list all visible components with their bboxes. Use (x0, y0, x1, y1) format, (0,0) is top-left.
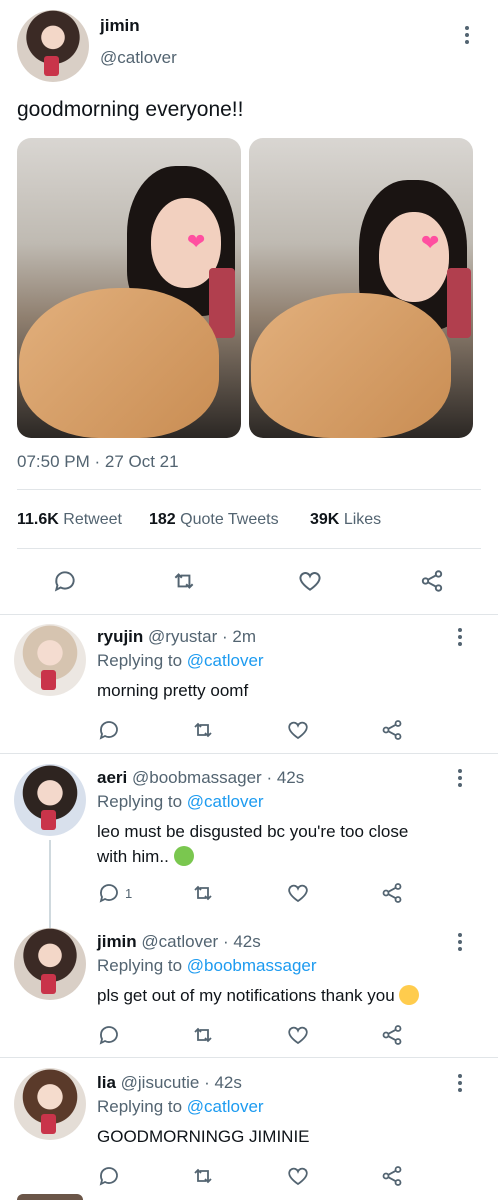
likes-label: Likes (343, 511, 382, 528)
divider (17, 548, 481, 549)
tweet-text: goodmorning everyone!! (17, 98, 244, 121)
replying-to: Replying to @catlover (97, 1097, 264, 1117)
reply-icon[interactable] (97, 1023, 121, 1047)
replying-prefix: Replying to (97, 956, 183, 975)
reply-author-name[interactable]: jimin (97, 932, 137, 951)
reply-author-handle[interactable]: @jisucutie (121, 1073, 200, 1092)
reply-text-line: with him.. (97, 844, 477, 869)
reply-header: aeri @boobmassager · 42s (97, 768, 304, 788)
author-handle[interactable]: @catlover (100, 48, 177, 68)
avatar[interactable] (14, 764, 86, 836)
more-options-icon[interactable] (457, 1074, 463, 1095)
retweet-count: 11.6K (17, 511, 59, 528)
more-options-icon[interactable] (457, 769, 463, 790)
tweet-photo[interactable]: ❤ (17, 138, 241, 438)
divider (0, 753, 498, 754)
reply-time[interactable]: · 42s (266, 768, 304, 787)
more-options-icon[interactable] (457, 933, 463, 954)
share-icon[interactable] (380, 1023, 404, 1047)
like-icon[interactable] (286, 881, 310, 905)
reply-text-line: leo must be disgusted bc you're too clos… (97, 822, 409, 841)
quote-label: Quote Tweets (180, 511, 279, 528)
reply-text-segment: with him.. (97, 847, 169, 866)
reply-header: jimin @catlover · 42s (97, 932, 261, 952)
divider (17, 489, 481, 490)
retweet-icon[interactable] (171, 568, 197, 594)
share-icon[interactable] (380, 718, 404, 742)
retweet-icon[interactable] (191, 1023, 215, 1047)
reply-text: GOODMORNINGG JIMINIE (97, 1127, 310, 1146)
photo-cat (251, 293, 451, 438)
nauseated-face-emoji (173, 846, 194, 866)
replying-prefix: Replying to (97, 651, 183, 670)
replying-to-link[interactable]: @boobmassager (187, 956, 317, 975)
more-options-icon[interactable] (457, 628, 463, 649)
like-icon[interactable] (286, 718, 310, 742)
next-reply-avatar-peek (17, 1194, 83, 1200)
avatar[interactable] (14, 928, 86, 1000)
share-icon[interactable] (380, 1164, 404, 1188)
avatar[interactable] (17, 10, 89, 82)
photo-phone (209, 268, 235, 338)
retweet-icon[interactable] (191, 1164, 215, 1188)
replying-to-link[interactable]: @catlover (187, 651, 264, 670)
retweet-stat[interactable]: 11.6K Retweet (17, 511, 122, 529)
reply-text: pls get out of my notifications thank yo… (97, 983, 420, 1008)
tweet-timestamp[interactable]: 07:50 PM · 27 Oct 21 (17, 452, 179, 472)
replying-to: Replying to @boobmassager (97, 956, 317, 976)
likes-stat[interactable]: 39K Likes (310, 511, 381, 529)
reply-header: ryujin @ryustar · 2m (97, 627, 256, 647)
reply-icon[interactable] (97, 718, 121, 742)
reply-text-segment: pls get out of my notifications thank yo… (97, 986, 395, 1005)
likes-count: 39K (310, 511, 340, 528)
reply-author-name[interactable]: ryujin (97, 627, 143, 646)
reply-author-handle[interactable]: @catlover (141, 932, 218, 951)
reply-author-name[interactable]: lia (97, 1073, 116, 1092)
smiling-face-emoji (399, 985, 420, 1005)
heart-sticker-icon: ❤ (187, 229, 206, 254)
reply-author-handle[interactable]: @ryustar (148, 627, 217, 646)
divider (0, 1057, 498, 1058)
photo-cat (19, 288, 219, 438)
replying-prefix: Replying to (97, 1097, 183, 1116)
retweet-icon[interactable] (191, 881, 215, 905)
author-name[interactable]: jimin (100, 16, 140, 36)
quote-count: 182 (149, 511, 176, 528)
avatar[interactable] (14, 624, 86, 696)
share-icon[interactable] (419, 568, 445, 594)
reply-time[interactable]: · 42s (223, 932, 261, 951)
heart-sticker-icon: ❤ (421, 230, 440, 255)
quote-stat[interactable]: 182 Quote Tweets (149, 511, 279, 529)
replying-to-link[interactable]: @catlover (187, 792, 264, 811)
photo-phone (447, 268, 471, 338)
reply-icon[interactable] (97, 1164, 121, 1188)
reply-text: morning pretty oomf (97, 681, 249, 700)
divider (0, 614, 498, 615)
reply-header: lia @jisucutie · 42s (97, 1073, 242, 1093)
reply-time[interactable]: · 2m (222, 627, 256, 646)
more-options-icon[interactable] (464, 26, 470, 47)
retweet-label: Retweet (63, 511, 122, 528)
reply-icon[interactable] (52, 568, 78, 594)
replying-prefix: Replying to (97, 792, 183, 811)
thread-line (49, 840, 51, 928)
share-icon[interactable] (380, 881, 404, 905)
reply-author-name[interactable]: aeri (97, 768, 127, 787)
retweet-icon[interactable] (191, 718, 215, 742)
like-icon[interactable] (286, 1023, 310, 1047)
reply-time[interactable]: · 42s (204, 1073, 242, 1092)
tweet-photo[interactable]: ❤ (249, 138, 473, 438)
avatar[interactable] (14, 1068, 86, 1140)
reply-text: leo must be disgusted bc you're too clos… (97, 819, 477, 869)
like-icon[interactable] (286, 1164, 310, 1188)
replying-to: Replying to @catlover (97, 651, 264, 671)
replying-to-link[interactable]: @catlover (187, 1097, 264, 1116)
reply-icon[interactable] (97, 881, 121, 905)
reply-count: 1 (125, 886, 133, 901)
replying-to: Replying to @catlover (97, 792, 264, 812)
like-icon[interactable] (297, 568, 323, 594)
photo-subject-face (379, 212, 449, 302)
reply-author-handle[interactable]: @boobmassager (132, 768, 262, 787)
